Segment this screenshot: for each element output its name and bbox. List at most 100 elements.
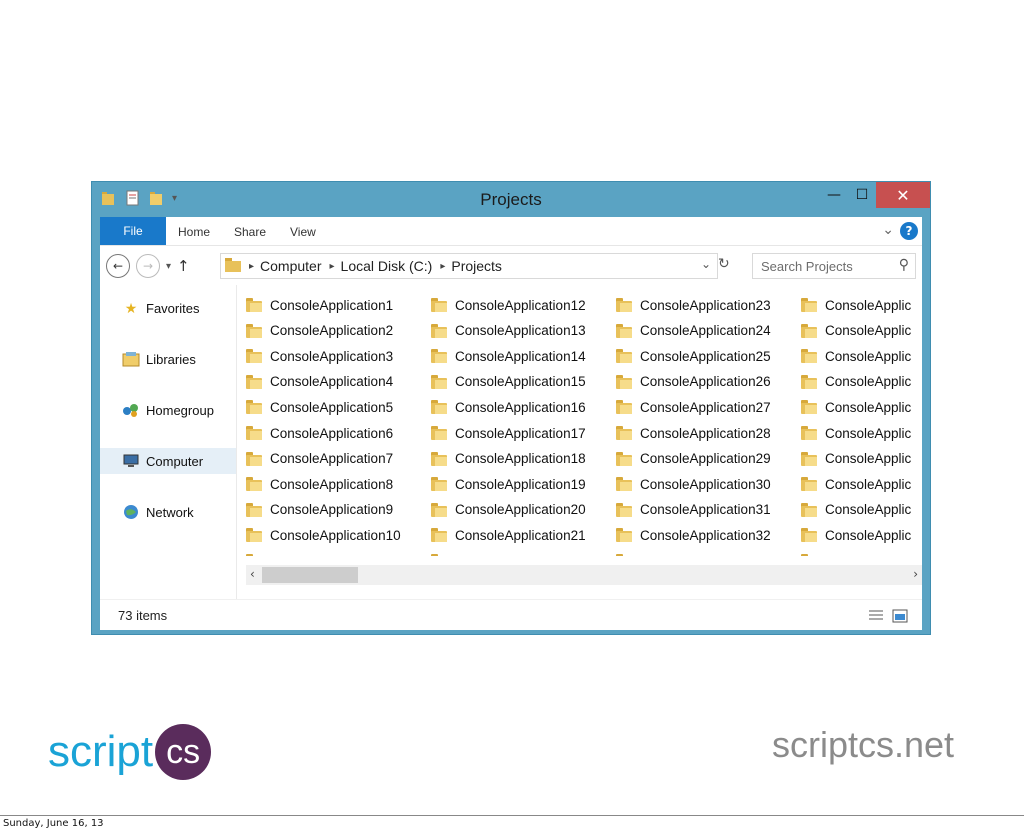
list-item[interactable]: ConsoleApplication17 (431, 422, 616, 444)
sidebar-item-homegroup[interactable]: Homegroup (100, 397, 236, 423)
breadcrumb-separator-icon[interactable]: ▸ (440, 261, 445, 272)
slide-date: Sunday, June 16, 13 (3, 818, 104, 829)
sidebar-item-favorites[interactable]: ★ Favorites (100, 295, 236, 321)
title-bar[interactable]: ▾ Projects — ☐ ✕ (92, 182, 930, 216)
folder-name: ConsoleApplication2 (270, 323, 394, 339)
folder-icon (616, 502, 632, 517)
sidebar-item-network[interactable]: Network (100, 499, 236, 525)
logo-cs-circle: cs (155, 724, 212, 780)
breadcrumb-separator-icon[interactable]: ▸ (330, 261, 335, 272)
folder-name: ConsoleApplic (825, 476, 912, 492)
help-button[interactable]: ? (900, 222, 918, 240)
search-icon[interactable]: ⚲ (899, 257, 909, 273)
tab-home[interactable]: Home (178, 225, 210, 239)
refresh-icon[interactable]: ↻ (718, 256, 730, 272)
folder-icon (431, 374, 447, 389)
list-item[interactable]: ConsoleApplication8 (246, 473, 431, 495)
close-button[interactable]: ✕ (876, 182, 930, 208)
scroll-right-arrow-icon[interactable]: › (913, 567, 918, 581)
list-item[interactable]: ConsoleApplication23 (616, 294, 801, 316)
status-bar: 73 items (100, 599, 922, 630)
sidebar-item-label: Network (146, 504, 194, 520)
folder-name: ConsoleApplic (825, 323, 912, 339)
list-item[interactable]: ConsoleApplication20 (431, 499, 616, 521)
horizontal-scrollbar[interactable]: ‹ › (246, 565, 922, 585)
libraries-icon (122, 350, 140, 368)
tab-share[interactable]: Share (234, 225, 266, 239)
list-item[interactable]: ConsoleApplication26 (616, 371, 801, 393)
tab-file[interactable]: File (100, 217, 166, 245)
folder-name: ConsoleApplic (825, 399, 912, 415)
list-item[interactable]: ConsoleApplic (801, 422, 922, 444)
folder-icon (801, 400, 817, 415)
address-dropdown-chevron-icon[interactable]: ⌄ (701, 257, 711, 271)
list-item[interactable]: ConsoleApplic (801, 345, 922, 367)
sidebar-item-computer[interactable]: Computer (100, 448, 236, 474)
list-item[interactable]: ConsoleApplication32 (616, 524, 801, 546)
folder-icon (616, 528, 632, 543)
scroll-left-arrow-icon[interactable]: ‹ (250, 567, 255, 581)
list-item[interactable]: ConsoleApplication10 (246, 524, 431, 546)
list-item[interactable]: ConsoleApplication12 (431, 294, 616, 316)
list-item[interactable]: ConsoleApplication29 (616, 448, 801, 470)
address-bar[interactable]: ▸ Computer ▸ Local Disk (C:) ▸ Projects … (220, 253, 718, 279)
folder-icon (246, 426, 262, 440)
expand-ribbon-chevron-icon[interactable]: ⌄ (882, 222, 894, 238)
breadcrumb-projects[interactable]: Projects (451, 258, 502, 274)
list-item[interactable]: ConsoleApplication15 (431, 371, 616, 393)
list-item[interactable]: ConsoleApplication25 (616, 345, 801, 367)
sidebar-item-label: Homegroup (146, 402, 214, 418)
list-item[interactable]: ConsoleApplic (801, 499, 922, 521)
list-item[interactable]: ConsoleApplic (801, 371, 922, 393)
list-item[interactable]: ConsoleApplication9 (246, 499, 431, 521)
minimize-button[interactable]: — (820, 182, 848, 208)
tab-view[interactable]: View (290, 225, 316, 239)
scrollbar-thumb[interactable] (262, 567, 358, 583)
breadcrumb-computer[interactable]: Computer (260, 258, 321, 274)
list-item[interactable]: ConsoleApplication18 (431, 448, 616, 470)
breadcrumb-local-disk[interactable]: Local Disk (C:) (341, 258, 433, 274)
list-item[interactable]: ConsoleApplication14 (431, 345, 616, 367)
list-item[interactable]: ConsoleApplication3 (246, 345, 431, 367)
list-item[interactable]: ConsoleApplication30 (616, 473, 801, 495)
up-arrow-icon[interactable]: ↑ (177, 257, 190, 275)
list-item[interactable]: ConsoleApplication5 (246, 396, 431, 418)
search-input[interactable]: Search Projects ⚲ (752, 253, 916, 279)
folder-name: ConsoleApplication31 (640, 502, 771, 518)
forward-button[interactable]: → (136, 254, 160, 278)
recent-locations-chevron-icon[interactable]: ▾ (166, 261, 171, 272)
list-item[interactable]: ConsoleApplication27 (616, 396, 801, 418)
breadcrumb-separator-icon[interactable]: ▸ (249, 261, 254, 272)
list-item[interactable]: ConsoleApplication4 (246, 371, 431, 393)
list-item[interactable]: ConsoleApplication7 (246, 448, 431, 470)
list-item[interactable]: ConsoleApplication31 (616, 499, 801, 521)
list-item[interactable]: ConsoleApplication28 (616, 422, 801, 444)
list-item[interactable]: ConsoleApplication13 (431, 320, 616, 342)
list-item[interactable]: ConsoleApplic (801, 294, 922, 316)
list-item[interactable]: ConsoleApplication24 (616, 320, 801, 342)
list-item[interactable]: ConsoleApplic (801, 320, 922, 342)
folder-icon (246, 374, 262, 389)
list-item[interactable]: ConsoleApplic (801, 448, 922, 470)
list-item[interactable]: ConsoleApplication2 (246, 320, 431, 342)
sidebar-item-libraries[interactable]: Libraries (100, 346, 236, 372)
address-bar-row: ← → ▾ ↑ ▸ Computer ▸ Local Disk (C:) ▸ P… (100, 245, 922, 286)
list-item[interactable]: ConsoleApplic (801, 524, 922, 546)
list-item[interactable]: ConsoleApplication33 (616, 550, 801, 556)
list-item[interactable]: ConsoleApplication1 (246, 294, 431, 316)
folder-icon (616, 451, 632, 466)
large-icons-view-icon[interactable] (892, 608, 908, 623)
list-item[interactable]: ConsoleApplication16 (431, 396, 616, 418)
list-item[interactable]: ConsoleApplication22 (431, 550, 616, 556)
list-item[interactable]: ConsoleApplication19 (431, 473, 616, 495)
back-button[interactable]: ← (106, 254, 130, 278)
list-item[interactable]: ConsoleApplic (801, 550, 922, 556)
list-item[interactable]: ConsoleApplication11 (246, 550, 431, 556)
list-item[interactable]: ConsoleApplication21 (431, 524, 616, 546)
folder-name: ConsoleApplication29 (640, 451, 771, 467)
maximize-button[interactable]: ☐ (848, 182, 876, 208)
list-item[interactable]: ConsoleApplication6 (246, 422, 431, 444)
list-item[interactable]: ConsoleApplic (801, 396, 922, 418)
list-item[interactable]: ConsoleApplic (801, 473, 922, 495)
details-view-icon[interactable] (868, 608, 884, 622)
